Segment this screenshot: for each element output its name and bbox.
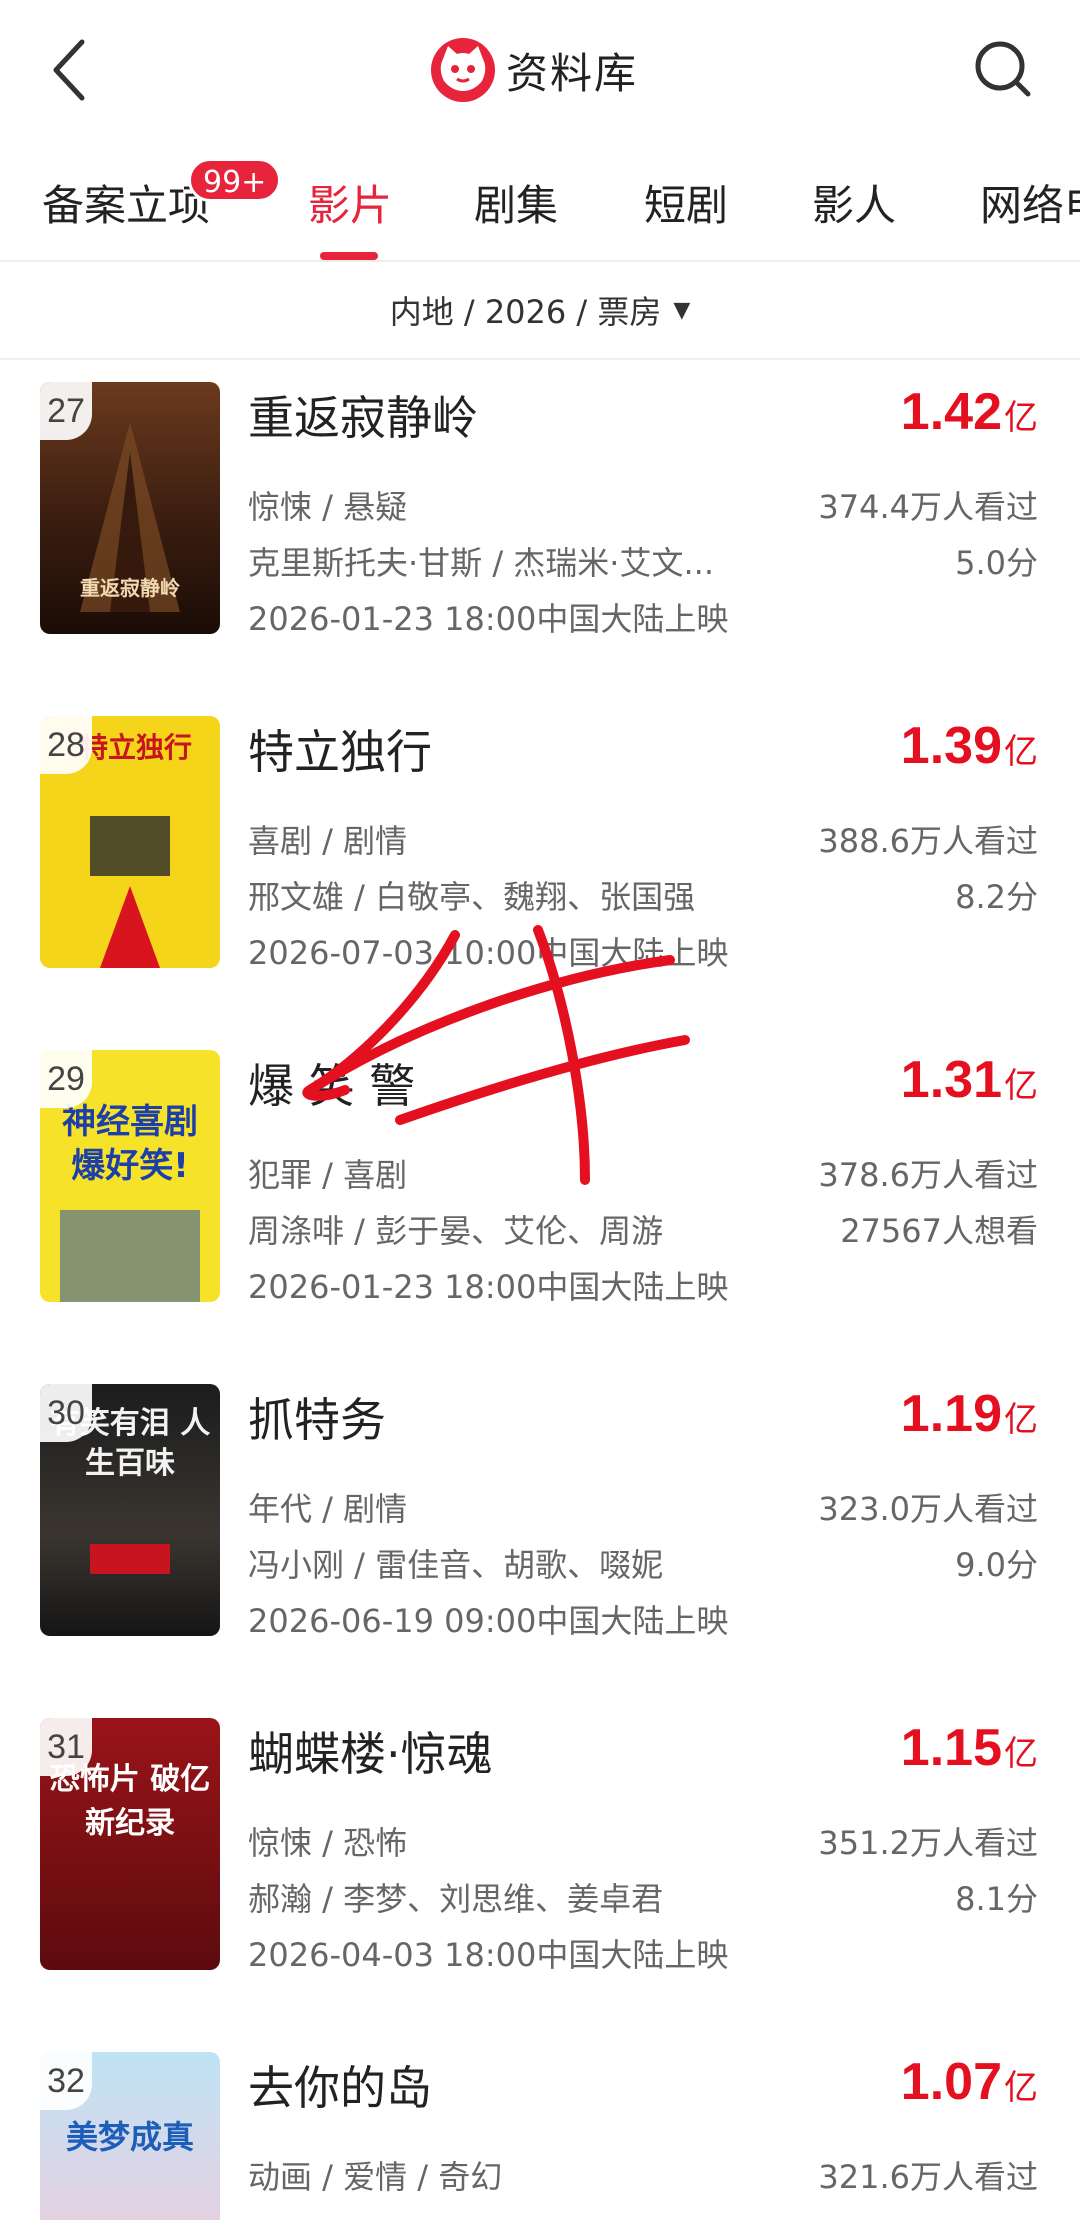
rank-badge: 30 <box>40 1384 92 1442</box>
filter-selector[interactable]: 内地 / 2026 / 票房 ▼ <box>0 264 1080 356</box>
box-office-value: 1.07 <box>900 2053 1002 2111</box>
category-tabs: 备案立项 影片 剧集 短剧 影人 网络电 <box>0 150 1080 262</box>
title-group: 资料库 <box>430 30 638 110</box>
rank-badge: 29 <box>40 1050 92 1108</box>
movie-row[interactable]: 美梦成真 32 去你的岛 1.07亿 动画 / 爱情 / 奇幻 321.6万人看… <box>0 2052 1080 2220</box>
release-info: 2026-04-03 18:00中国大陆上映 <box>248 1936 729 1974</box>
back-arrow-icon[interactable] <box>40 30 110 110</box>
active-tab-indicator <box>320 252 378 260</box>
viewer-count: 351.2万人看过 <box>818 1824 1038 1862</box>
tab-series[interactable]: 剧集 <box>474 172 558 233</box>
movie-genre: 惊悚 / 恐怖 <box>248 1824 408 1862</box>
tab-web-movies[interactable]: 网络电 <box>980 172 1080 233</box>
movie-row[interactable]: 恐怖片 破亿新纪录 31 蝴蝶楼·惊魂 1.15亿 惊悚 / 恐怖 351.2万… <box>0 1718 1080 2048</box>
release-info: 2026-01-23 18:00中国大陆上映 <box>248 600 729 638</box>
release-info: 2026-06-19 09:00中国大陆上映 <box>248 1602 729 1640</box>
movie-score: 8.2分 <box>955 878 1038 916</box>
box-office-value: 1.19 <box>900 1385 1002 1443</box>
movie-title: 特立独行 <box>248 725 432 779</box>
tab-short-drama[interactable]: 短剧 <box>644 172 728 233</box>
poster-caption: 美梦成真 <box>65 2118 194 2156</box>
viewer-count: 323.0万人看过 <box>818 1490 1038 1528</box>
filter-label: 内地 / 2026 / 票房 <box>389 293 662 331</box>
notification-badge: 99+ <box>188 158 282 202</box>
movie-cast: 郝瀚 / 李梦、刘思维、姜卓君 <box>248 1880 664 1918</box>
rank-badge: 27 <box>40 382 92 440</box>
movie-row[interactable]: 特立独行 28 特立独行 1.39亿 喜剧 / 剧情 388.6万人看过 邢文雄… <box>0 716 1080 1046</box>
movie-title: 重返寂静岭 <box>248 391 478 445</box>
movie-score: 9.0分 <box>955 1546 1038 1584</box>
movie-poster: 重返寂静岭 27 <box>40 382 220 634</box>
movie-title: 爆 笑 警 <box>248 1059 416 1113</box>
viewer-count: 321.6万人看过 <box>818 2158 1038 2196</box>
release-info: 2026-07-03 10:00中国大陆上映 <box>248 934 729 972</box>
box-office-value: 1.31 <box>900 1051 1002 1109</box>
movie-cast: 周涤啡 / 彭于晏、艾伦、周游 <box>248 1212 664 1250</box>
release-info: 2026-01-23 18:00中国大陆上映 <box>248 1268 729 1306</box>
box-office-unit: 亿 <box>1004 733 1038 771</box>
box-office-value: 1.39 <box>900 717 1002 775</box>
viewer-count: 378.6万人看过 <box>818 1156 1038 1194</box>
box-office-unit: 亿 <box>1004 1067 1038 1105</box>
header: 资料库 <box>0 0 1080 140</box>
box-office: 1.15亿 <box>901 1718 1038 1778</box>
box-office: 1.07亿 <box>901 2052 1038 2112</box>
box-office: 1.42亿 <box>901 382 1038 442</box>
search-icon[interactable] <box>970 36 1036 102</box>
rank-badge: 32 <box>40 2052 92 2110</box>
movie-genre: 喜剧 / 剧情 <box>248 822 408 860</box>
movie-cast: 冯小刚 / 雷佳音、胡歌、啜妮 <box>248 1546 664 1584</box>
movie-poster: 神经喜剧 爆好笑! 29 <box>40 1050 220 1302</box>
page-title: 资料库 <box>506 48 639 98</box>
box-office: 1.31亿 <box>901 1050 1038 1110</box>
viewer-count: 388.6万人看过 <box>818 822 1038 860</box>
movie-title: 去你的岛 <box>248 2061 432 2115</box>
poster-caption: 重返寂静岭 <box>80 576 180 600</box>
movie-genre: 动画 / 爱情 / 奇幻 <box>248 2158 503 2196</box>
movie-genre: 年代 / 剧情 <box>248 1490 408 1528</box>
box-office-unit: 亿 <box>1004 399 1038 437</box>
viewer-count: 374.4万人看过 <box>818 488 1038 526</box>
caret-down-icon: ▼ <box>673 297 691 323</box>
movie-poster: 恐怖片 破亿新纪录 31 <box>40 1718 220 1970</box>
box-office-unit: 亿 <box>1004 1735 1038 1773</box>
movie-score: 5.0分 <box>955 544 1038 582</box>
movie-row[interactable]: 重返寂静岭 27 重返寂静岭 1.42亿 惊悚 / 悬疑 374.4万人看过 克… <box>0 382 1080 712</box>
tab-people[interactable]: 影人 <box>812 172 896 233</box>
tab-movies[interactable]: 影片 <box>308 172 392 233</box>
movie-genre: 犯罪 / 喜剧 <box>248 1156 408 1194</box>
divider <box>0 358 1080 360</box>
box-office-value: 1.15 <box>900 1719 1002 1777</box>
tab-filing[interactable]: 备案立项 <box>42 172 210 233</box>
box-office-unit: 亿 <box>1004 2069 1038 2107</box>
movie-title: 抓特务 <box>248 1393 386 1447</box>
box-office: 1.39亿 <box>901 716 1038 776</box>
movie-poster: 有笑有泪 人生百味 30 <box>40 1384 220 1636</box>
box-office-value: 1.42 <box>900 383 1002 441</box>
movie-score: 27567人想看 <box>840 1212 1038 1250</box>
movie-cast: 克里斯托夫·甘斯 / 杰瑞米·艾文... <box>248 544 714 582</box>
box-office-unit: 亿 <box>1004 1401 1038 1439</box>
movie-cast: 邢文雄 / 白敬亭、魏翔、张国强 <box>248 878 696 916</box>
movie-score: 8.1分 <box>955 1880 1038 1918</box>
movie-genre: 惊悚 / 悬疑 <box>248 488 408 526</box>
movie-row[interactable]: 有笑有泪 人生百味 30 抓特务 1.19亿 年代 / 剧情 323.0万人看过… <box>0 1384 1080 1714</box>
rank-badge: 31 <box>40 1718 92 1776</box>
cat-logo-icon <box>431 38 495 102</box>
movie-poster: 特立独行 28 <box>40 716 220 968</box>
box-office: 1.19亿 <box>901 1384 1038 1444</box>
movie-poster: 美梦成真 32 <box>40 2052 220 2220</box>
movie-title: 蝴蝶楼·惊魂 <box>248 1727 493 1781</box>
rank-badge: 28 <box>40 716 92 774</box>
movie-row[interactable]: 神经喜剧 爆好笑! 29 爆 笑 警 1.31亿 犯罪 / 喜剧 378.6万人… <box>0 1050 1080 1380</box>
divider <box>0 260 1080 262</box>
